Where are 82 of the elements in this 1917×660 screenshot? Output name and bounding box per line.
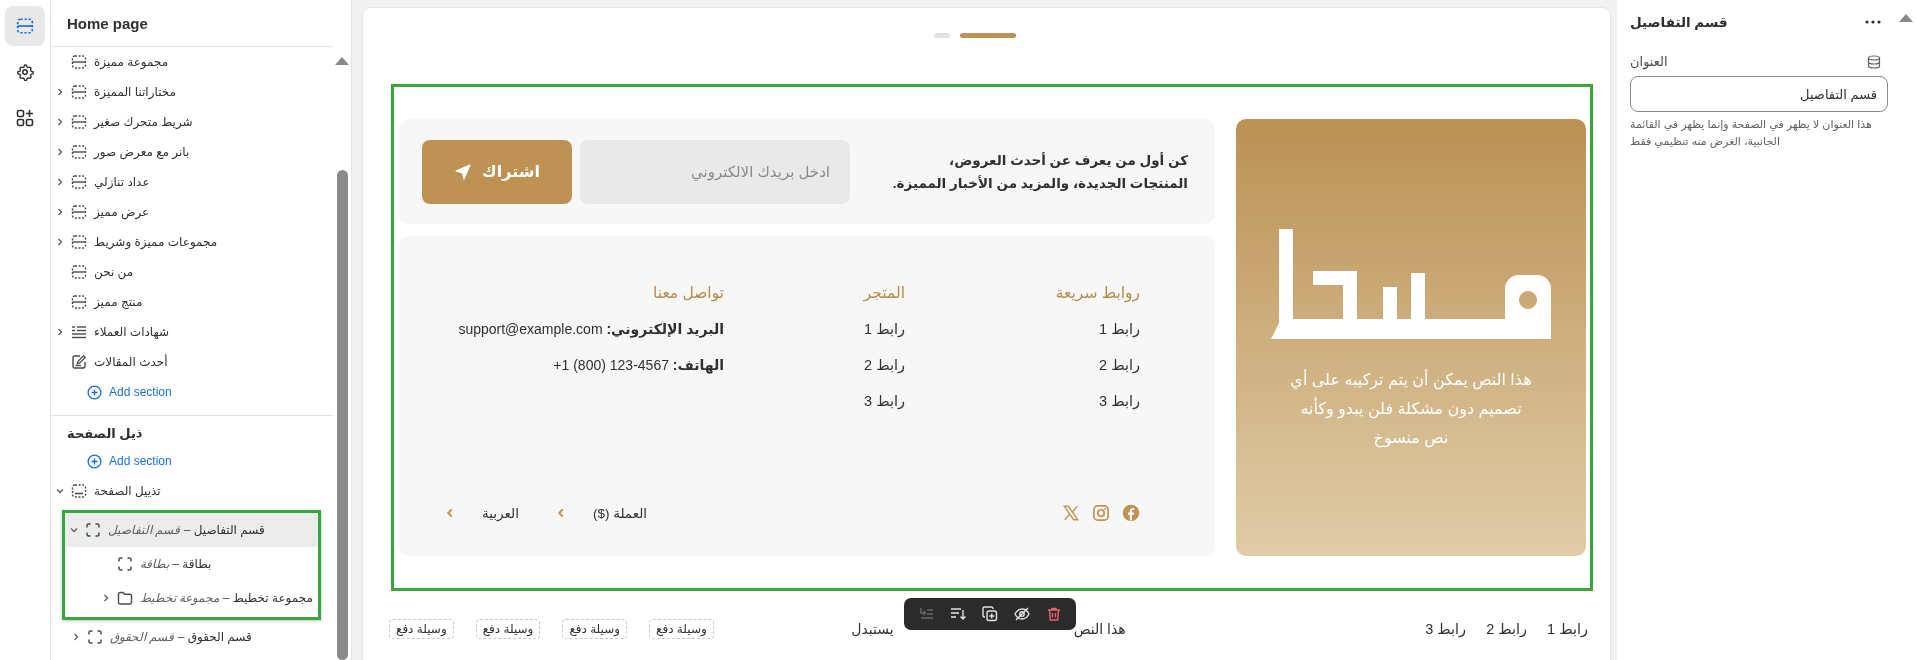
- selector-dropdown[interactable]: العربية: [444, 505, 519, 521]
- trash-icon: [1046, 606, 1062, 622]
- group-heading: ذيل الصفحة: [67, 425, 143, 441]
- title-field[interactable]: قسم التفاصيل: [1630, 76, 1888, 112]
- tree-item[interactable]: عداد تنازلي: [51, 167, 295, 197]
- footer-link[interactable]: رابط 2: [1099, 357, 1140, 380]
- email-field[interactable]: ادخل بريدك الالكتروني: [580, 139, 850, 204]
- note-edit-icon: [71, 354, 87, 370]
- tree-item[interactable]: عرض مميز: [51, 197, 295, 227]
- tree-item[interactable]: مجموعات مميزة وشريط: [51, 227, 295, 257]
- tree-item[interactable]: قسم الحقوق – قسم الحقوق: [67, 622, 295, 652]
- tree-item[interactable]: مجموعة مميزة: [51, 47, 295, 77]
- tree-item[interactable]: بانر مع معرض صور: [51, 137, 295, 167]
- footer-link[interactable]: رابط 3: [1099, 393, 1140, 416]
- column-heading: المتجر: [863, 284, 905, 302]
- footer-link[interactable]: رابط 1: [1099, 321, 1140, 344]
- tree-item[interactable]: منتج مميز: [51, 287, 295, 317]
- selector-dropdown[interactable]: العملة ($): [554, 505, 648, 521]
- scroll-up-icon: [1899, 14, 1913, 22]
- add-section-link[interactable]: Add section: [51, 446, 172, 476]
- indent-icon: [918, 606, 934, 622]
- footer-link[interactable]: رابط 2: [1486, 621, 1528, 637]
- database-icon: [1867, 54, 1881, 69]
- sections-icon: [16, 17, 34, 35]
- scrollbar-thumb[interactable]: [336, 170, 348, 660]
- section-icon: [71, 264, 87, 280]
- copyright-text: يستبدل: [851, 621, 894, 637]
- duplicate-icon: [982, 606, 998, 622]
- x-logo-icon: [1062, 504, 1080, 522]
- add-section-link[interactable]: Add section: [51, 377, 172, 407]
- payment-badge: وسيلة دفع: [475, 619, 541, 639]
- tree-item[interactable]: مجموعة تخطيط – مجموعة تخطيط: [97, 581, 318, 615]
- footer-link[interactable]: رابط 3: [1425, 621, 1467, 637]
- tree-item[interactable]: أحدث المقالات: [51, 347, 295, 377]
- footer-link[interactable]: رابط 3: [864, 393, 905, 416]
- scroll-up-icon: [335, 57, 349, 65]
- tree-item[interactable]: بطاقة – بطاقة: [97, 547, 318, 581]
- section-icon: [71, 114, 87, 130]
- payment-badge: وسيلة دفع: [389, 619, 454, 639]
- sort-down-icon: [950, 606, 966, 622]
- payment-badge: وسيلة دفع: [649, 619, 714, 639]
- footer-link[interactable]: رابط 1: [864, 321, 905, 344]
- help-text: هذا العنوان لا يظهر في الصفحة وإنما يظهر في القائمة الجانبية، الغرض منه تنظيمي فقط: [1630, 117, 1873, 150]
- section-icon: [71, 204, 87, 220]
- newsletter-text: كن أول من يعرف عن أحدث العروض، المنتجات الجديدة، والمزيد من الأخبار المميزة.: [891, 151, 1188, 193]
- send-icon: [454, 162, 473, 181]
- column-heading: تواصل معنا: [653, 284, 724, 302]
- block-icon: [87, 629, 103, 645]
- tree-item[interactable]: مختاراتنا المميزة: [51, 77, 295, 107]
- instagram-icon: [1092, 504, 1110, 522]
- list-icon: [71, 324, 87, 340]
- section-icon: [71, 294, 87, 310]
- tree-item[interactable]: شهادات العملاء: [51, 317, 295, 347]
- copyright-text: هذا النص: [1073, 621, 1126, 637]
- section-icon: [71, 174, 87, 190]
- more-icon: [1865, 20, 1881, 24]
- apps-add-icon: [16, 109, 34, 127]
- footer-link[interactable]: رابط 1: [1547, 621, 1588, 637]
- plus-circle-icon: [87, 384, 102, 400]
- section-icon: [71, 234, 87, 250]
- footer-link[interactable]: رابط 2: [864, 357, 905, 380]
- section-icon: [71, 144, 87, 160]
- tree-item[interactable]: شريط متحرك صغير: [51, 107, 295, 137]
- settings-title: قسم التفاصيل: [1630, 14, 1728, 30]
- folder-icon: [117, 590, 133, 606]
- brand-description: هذا النص يمكن أن يتم تركيبه على أي تصميم دون مشكلة فلن يبدو وكأنه نص منسوخ: [1290, 368, 1532, 450]
- tree-item[interactable]: تذييل الصفحة: [51, 476, 295, 506]
- footer-icon: [71, 483, 87, 499]
- settings-icon: [16, 63, 34, 81]
- section-icon: [71, 54, 87, 70]
- payment-badge: وسيلة دفع: [562, 619, 628, 639]
- block-icon: [117, 556, 133, 572]
- column-heading: روابط سريعة: [1055, 284, 1140, 302]
- block-icon: [85, 522, 101, 538]
- field-label: العنوان: [1630, 54, 1668, 69]
- panel-title: Home page: [51, 0, 333, 47]
- tree-item[interactable]: قسم التفاصيل – قسم التفاصيل: [65, 513, 318, 547]
- plus-circle-icon: [87, 453, 102, 469]
- facebook-icon: [1122, 504, 1140, 522]
- tree-item[interactable]: من نحن: [51, 257, 295, 287]
- eye-off-icon: [1014, 606, 1030, 622]
- section-icon: [71, 84, 87, 100]
